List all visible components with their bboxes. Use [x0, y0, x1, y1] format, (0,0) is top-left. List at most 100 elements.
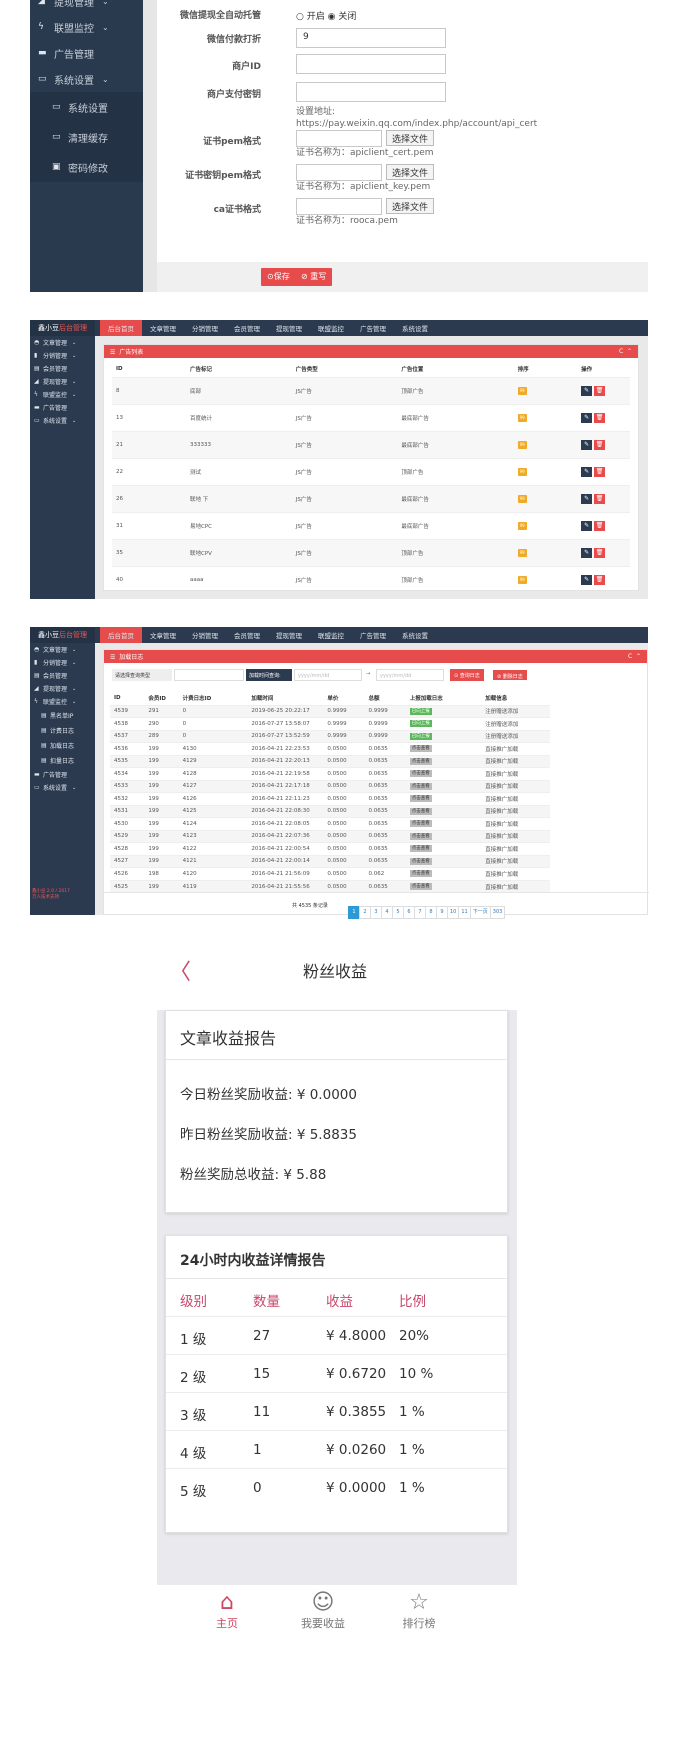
view-badge[interactable]: 点击查看 — [409, 845, 432, 853]
sidebar-item[interactable]: ▤ 会员管理 — [30, 362, 95, 375]
sidebar-item[interactable]: ▬ 广告管理 — [30, 768, 95, 781]
sidebar-item[interactable]: ▮ 分销管理 ⌄ — [30, 349, 95, 362]
nav-item[interactable]: 广告管理 — [352, 320, 394, 336]
nav-item[interactable]: 会员管理 — [226, 627, 268, 643]
sidebar-item[interactable]: ◢ 提现管理 ⌄ — [30, 682, 95, 695]
sidebar-item[interactable]: ▭ 系统设置 ⌄ — [30, 414, 95, 427]
sidebar-item[interactable]: ◓ 文章管理 ⌄ — [30, 643, 95, 656]
edit-icon[interactable]: ✎ — [581, 385, 593, 396]
sidebar-item[interactable]: ϟ 联盟监控 ⌄ — [30, 388, 95, 401]
sidebar-item[interactable]: ▤ 会员管理 — [30, 669, 95, 682]
nav-item[interactable]: 提现管理 — [268, 627, 310, 643]
sidebar-item[interactable]: ▤ 黑名单IP — [30, 708, 95, 723]
view-badge[interactable]: 点击查看 — [409, 745, 432, 753]
nav-item[interactable]: 联盟监控 — [310, 320, 352, 336]
delete-icon[interactable]: 🗑 — [594, 574, 606, 585]
key-input[interactable] — [296, 82, 446, 102]
collapse-icon[interactable]: ⌃ — [627, 348, 632, 355]
date-from-input[interactable]: yyyy/mm/dd — [294, 669, 362, 681]
query-log-button[interactable]: ⊙ 查询日志 — [450, 669, 484, 681]
discount-input[interactable]: 9 — [296, 28, 446, 48]
view-badge[interactable]: 点击查看 — [409, 757, 432, 765]
edit-icon[interactable]: ✎ — [581, 466, 593, 477]
nav-item[interactable]: 后台首页 — [100, 627, 142, 643]
view-badge[interactable]: 点击查看 — [409, 857, 432, 865]
collapse-icon[interactable]: ⌃ — [636, 653, 641, 660]
sidebar-item[interactable]: ▤ 加载日志 — [30, 738, 95, 753]
nav-item[interactable]: 后台首页 — [100, 320, 142, 336]
certkey-file-input[interactable] — [296, 164, 382, 181]
page-link[interactable]: 303 — [489, 906, 506, 919]
reset-button[interactable]: ⊘ 重写 — [295, 268, 333, 286]
radio-on[interactable]: ○ — [296, 12, 304, 22]
certkey-label: 证书密钥pem格式 — [185, 171, 261, 181]
nav-item[interactable]: 广告管理 — [352, 627, 394, 643]
save-button[interactable]: ⊙保存 — [261, 268, 296, 286]
radio-off[interactable]: ◉ — [328, 12, 336, 22]
cert-choose-button[interactable]: 选择文件 — [386, 130, 435, 146]
view-badge[interactable]: 点击查看 — [409, 820, 432, 828]
ca-file-input[interactable] — [296, 198, 382, 215]
delete-icon[interactable]: 🗑 — [594, 466, 606, 477]
view-badge[interactable]: 点击查看 — [409, 832, 432, 840]
sidebar-item[interactable]: ▤ 计费日志 — [30, 723, 95, 738]
refresh-icon[interactable]: C — [619, 348, 623, 355]
sidebar-item[interactable]: ▬ 广告管理 — [30, 40, 143, 66]
sidebar-item[interactable]: ▮ 分销管理 ⌄ — [30, 656, 95, 669]
edit-icon[interactable]: ✎ — [581, 412, 593, 423]
nav-item[interactable]: 提现管理 — [268, 320, 310, 336]
nav-item[interactable]: 文章管理 — [142, 320, 184, 336]
nav-item[interactable]: 分销管理 — [184, 320, 226, 336]
view-badge[interactable]: 点击查看 — [409, 795, 432, 803]
page-link[interactable]: 下一页 — [469, 906, 491, 919]
cert-file-input[interactable] — [296, 130, 382, 147]
view-badge[interactable]: 点击查看 — [409, 883, 432, 890]
sidebar-item[interactable]: ◢ 提现管理 ⌄ — [30, 375, 95, 388]
delete-icon[interactable]: 🗑 — [594, 547, 606, 558]
nav-item[interactable]: 会员管理 — [226, 320, 268, 336]
nav-item[interactable]: 文章管理 — [142, 627, 184, 643]
sidebar-item[interactable]: ▬ 广告管理 — [30, 401, 95, 414]
nav-item[interactable]: 分销管理 — [184, 627, 226, 643]
nav-item[interactable]: 系统设置 — [394, 320, 436, 336]
query-type-select[interactable]: 请选择查询类型 — [112, 669, 172, 681]
edit-icon[interactable]: ✎ — [581, 439, 593, 450]
query-input[interactable] — [174, 669, 244, 681]
back-icon[interactable]: 〈 — [169, 954, 191, 986]
delete-icon[interactable]: 🗑 — [594, 439, 606, 450]
view-badge[interactable]: 点击查看 — [409, 770, 432, 778]
sidebar-item[interactable]: ◓ 文章管理 ⌄ — [30, 336, 95, 349]
sidebar-item[interactable]: ▣ 密码修改 — [30, 152, 143, 182]
nav-item[interactable]: 系统设置 — [394, 627, 436, 643]
tab-star[interactable]: ☆ 排行榜 — [379, 1591, 459, 1631]
sidebar-item[interactable]: ▤ 扣量日志 — [30, 753, 95, 768]
edit-icon[interactable]: ✎ — [581, 493, 593, 504]
sidebar-item[interactable]: ▭ 系统设置 ⌄ — [30, 66, 143, 92]
sidebar-item[interactable]: ▭ 系统设置 ⌄ — [30, 781, 95, 794]
refresh-icon[interactable]: C — [628, 653, 632, 660]
view-badge[interactable]: 点击查看 — [409, 807, 432, 815]
edit-icon[interactable]: ✎ — [581, 547, 593, 558]
sidebar-item[interactable]: ▭ 系统设置 — [30, 92, 143, 122]
sidebar-item[interactable]: ϟ 联盟监控 ⌄ — [30, 14, 143, 40]
nav-item[interactable]: 联盟监控 — [310, 627, 352, 643]
ca-choose-button[interactable]: 选择文件 — [386, 198, 435, 214]
delete-log-button[interactable]: ⊘ 删除日志 — [492, 669, 528, 681]
tab-home[interactable]: ⌂ 主页 — [187, 1591, 267, 1631]
tab-user[interactable]: ☺ 我要收益 — [283, 1591, 363, 1631]
delete-icon[interactable]: 🗑 — [594, 493, 606, 504]
delete-icon[interactable]: 🗑 — [594, 385, 606, 396]
ad-list-card: ☰ 广告列表 C ⌃ ID 广告标记 广告类型 广告位置 排序 操作 8 底部 JS广告 顶部广告… — [103, 344, 639, 591]
sidebar-item[interactable]: ▭ 清理缓存 — [30, 122, 143, 152]
certkey-choose-button[interactable]: 选择文件 — [386, 164, 435, 180]
delete-icon[interactable]: 🗑 — [594, 412, 606, 423]
sidebar-item[interactable]: ϟ 联盟监控 ⌄ — [30, 695, 95, 708]
edit-icon[interactable]: ✎ — [581, 574, 593, 585]
view-badge[interactable]: 点击查看 — [409, 870, 432, 878]
date-to-input[interactable]: yyyy/mm/dd — [376, 669, 444, 681]
sidebar-item[interactable]: ◢ 提现管理 ⌄ — [30, 0, 143, 14]
edit-icon[interactable]: ✎ — [581, 520, 593, 531]
view-badge[interactable]: 点击查看 — [409, 782, 432, 790]
delete-icon[interactable]: 🗑 — [594, 520, 606, 531]
merchant-input[interactable] — [296, 54, 446, 74]
